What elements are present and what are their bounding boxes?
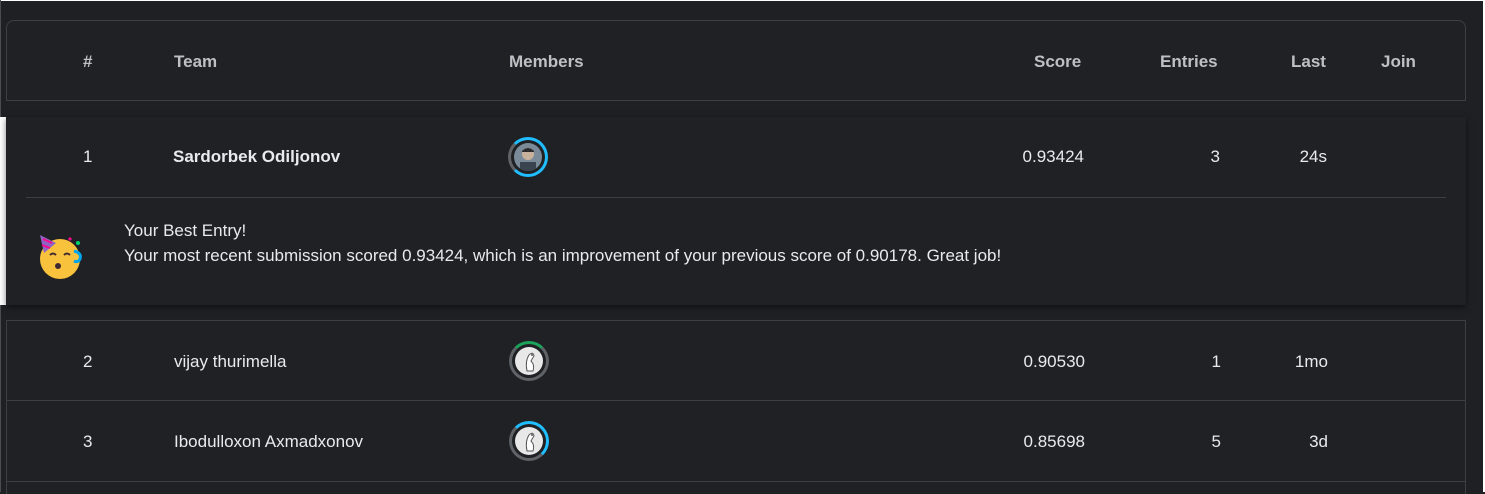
member-avatar[interactable] xyxy=(508,137,548,177)
partying-face-icon xyxy=(40,235,82,279)
best-entry-title: Your Best Entry! xyxy=(124,221,247,240)
row-score: 0.85698 xyxy=(1023,432,1085,451)
leaderboard-header: # Team Members Score Entries Last Join xyxy=(6,20,1466,101)
table-row[interactable]: 3 Ibodulloxon Axmadxonov 0.85698 5 3d xyxy=(6,401,1466,482)
row-rank: 2 xyxy=(83,352,93,371)
member-avatar[interactable] xyxy=(509,421,549,461)
row-last: 3d xyxy=(1309,432,1328,451)
window-top-edge xyxy=(0,0,1485,1)
header-rank: # xyxy=(83,52,93,71)
row-score: 0.93424 xyxy=(1022,147,1084,166)
default-goose-avatar-icon xyxy=(515,347,543,375)
member-avatar[interactable] xyxy=(509,341,549,381)
best-entry-message: Your most recent submission scored 0.934… xyxy=(124,246,1002,265)
table-row-highlighted[interactable]: 1 Sardorbek Odiljonov 0.93424 3 24s Your… xyxy=(6,117,1466,305)
table-row[interactable]: 2 vijay thurimella 0.90530 1 1mo xyxy=(6,320,1466,401)
row-entries: 5 xyxy=(1211,432,1221,451)
row-team-name[interactable]: Ibodulloxon Axmadxonov xyxy=(174,432,363,452)
row-last: 24s xyxy=(1299,147,1327,166)
row-last: 1mo xyxy=(1294,352,1328,371)
row-entries: 3 xyxy=(1210,147,1220,166)
row-entries: 1 xyxy=(1211,352,1221,371)
header-score[interactable]: Score xyxy=(1034,52,1081,72)
header-entries[interactable]: Entries xyxy=(1160,52,1218,72)
row-team-name[interactable]: vijay thurimella xyxy=(174,352,286,372)
row-divider xyxy=(26,197,1446,198)
header-last[interactable]: Last xyxy=(1291,52,1326,72)
header-members: Members xyxy=(509,52,584,71)
table-row-partial xyxy=(6,482,1466,494)
user-photo-icon xyxy=(514,143,542,171)
row-team-name[interactable]: Sardorbek Odiljonov xyxy=(173,147,340,167)
header-join: Join xyxy=(1381,52,1416,71)
row-score: 0.90530 xyxy=(1023,352,1085,371)
row-rank: 3 xyxy=(83,432,93,451)
default-goose-avatar-icon xyxy=(515,427,543,455)
row-rank: 1 xyxy=(83,147,93,166)
header-team: Team xyxy=(174,52,218,71)
